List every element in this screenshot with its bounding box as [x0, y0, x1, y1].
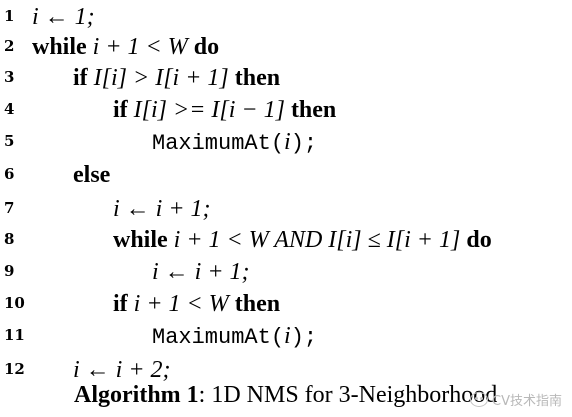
line-number: 2 [4, 37, 15, 55]
line-number: 11 [4, 326, 25, 344]
caption-label: Algorithm 1 [74, 382, 199, 408]
watermark: CV技术指南 [470, 390, 562, 409]
line-code: i ← 1; [32, 0, 95, 33]
keyword: if [113, 97, 128, 123]
math-expression: I[i] >= I[i − 1] [127, 97, 291, 123]
line-number: 10 [4, 294, 25, 312]
math-expression: i ← i + 2; [73, 357, 171, 383]
math-expression: i + 1 < W [127, 291, 235, 317]
keyword: do [466, 227, 492, 253]
math-expression: i + 1 < W AND I[i] ≤ I[i + 1] [167, 227, 467, 253]
math-expression: i ← i + 1; [113, 196, 211, 222]
watermark-text: CV技术指南 [492, 394, 562, 409]
math-variable: i [284, 129, 291, 155]
line-code: while i + 1 < W AND I[i] ≤ I[i + 1] do [113, 223, 492, 256]
keyword: do [193, 34, 220, 60]
wechat-icon [470, 392, 489, 407]
line-number: 8 [4, 230, 15, 248]
keyword: then [234, 291, 281, 317]
line-code: MaximumAt(i); [152, 125, 317, 160]
line-code: if I[i] >= I[i − 1] then [113, 93, 336, 126]
line-number: 9 [4, 262, 15, 280]
function-call-end: ); [290, 131, 318, 156]
line-code: else [73, 158, 110, 191]
algorithm-caption: Algorithm 1: 1D NMS for 3-Neighborhood [74, 382, 497, 409]
line-code: i ← i + 1; [113, 192, 211, 225]
math-variable: i [284, 323, 291, 349]
line-code: i ← i + 1; [152, 255, 250, 288]
caption-text: : 1D NMS for 3-Neighborhood [198, 382, 498, 408]
line-code: while i + 1 < W do [32, 30, 219, 63]
line-code: MaximumAt(i); [152, 319, 317, 354]
keyword: while [113, 227, 168, 253]
code-part: i ← 1; [32, 4, 95, 30]
line-number: 7 [4, 199, 15, 217]
line-code: if i + 1 < W then [113, 287, 280, 320]
math-expression: i + 1 < W [86, 34, 194, 60]
line-number: 1 [4, 7, 15, 25]
keyword: if [113, 291, 128, 317]
keyword: then [290, 97, 337, 123]
line-number: 5 [4, 132, 15, 150]
math-expression: i ← i + 1; [152, 259, 250, 285]
line-number: 12 [4, 360, 25, 378]
function-call: MaximumAt( [152, 131, 285, 156]
math-expression: I[i] > I[i + 1] [87, 65, 235, 91]
keyword: if [73, 65, 88, 91]
keyword: while [32, 34, 87, 60]
function-call-end: ); [290, 325, 318, 350]
line-number: 4 [4, 100, 15, 118]
keyword: else [73, 162, 111, 188]
line-code: if I[i] > I[i + 1] then [73, 61, 280, 94]
line-number: 6 [4, 165, 15, 183]
function-call: MaximumAt( [152, 325, 285, 350]
keyword: then [234, 65, 281, 91]
line-number: 3 [4, 68, 15, 86]
